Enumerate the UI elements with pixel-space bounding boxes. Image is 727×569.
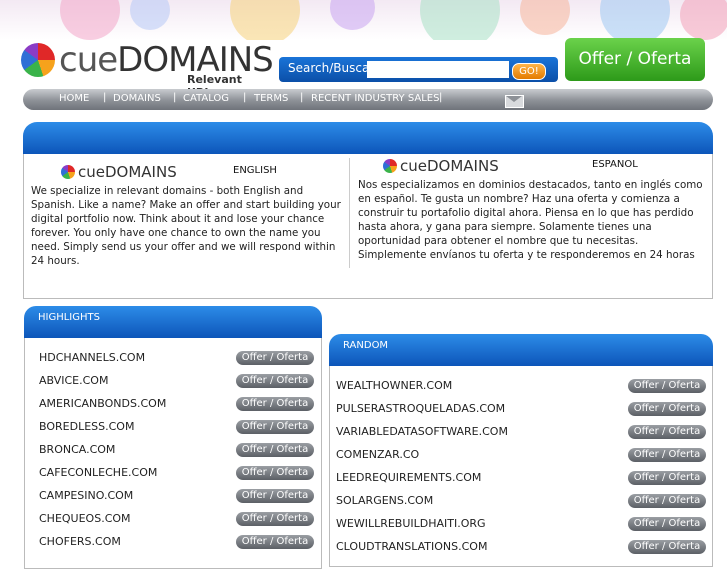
intro-header-bar bbox=[23, 122, 713, 154]
list-item: VARIABLEDATASOFTWARE.COM Offer / Oferta bbox=[330, 422, 712, 444]
domain-link[interactable]: PULSERASTROQUELADAS.COM bbox=[336, 402, 505, 415]
site-logo[interactable]: cueDOMAINS Relevant URLs bbox=[21, 40, 274, 99]
list-item: ABVICE.COM Offer / Oferta bbox=[25, 371, 321, 393]
logo-circle-icon bbox=[383, 159, 397, 173]
offer-button[interactable]: Offer / Oferta bbox=[236, 489, 314, 503]
offer-button[interactable]: Offer / Oferta bbox=[628, 425, 706, 439]
list-item: COMENZAR.CO Offer / Oferta bbox=[330, 445, 712, 467]
nav-home[interactable]: HOME bbox=[59, 93, 89, 104]
offer-button[interactable]: Offer / Oferta bbox=[628, 540, 706, 554]
nav-catalog[interactable]: CATALOG bbox=[183, 93, 229, 104]
offer-button[interactable]: Offer / Oferta bbox=[236, 351, 314, 365]
nav-separator: | bbox=[173, 92, 177, 103]
nav-separator: | bbox=[300, 92, 304, 103]
offer-button[interactable]: Offer / Oferta bbox=[628, 379, 706, 393]
header-background bbox=[0, 0, 727, 40]
search-bar: Search/Buscar GO! bbox=[279, 57, 558, 82]
domain-link[interactable]: WEALTHOWNER.COM bbox=[336, 379, 452, 392]
random-panel: RANDOM WEALTHOWNER.COM Offer / Oferta PUL… bbox=[329, 334, 713, 567]
main-nav: HOME | DOMAINS | CATALOG | TERMS | RECEN… bbox=[23, 89, 713, 110]
highlights-header: HIGHLIGHTS bbox=[24, 306, 322, 338]
random-title: RANDOM bbox=[343, 340, 389, 351]
english-logo: cueDOMAINS bbox=[61, 162, 181, 182]
offer-button[interactable]: Offer / Oferta bbox=[628, 517, 706, 531]
nav-terms[interactable]: TERMS bbox=[254, 93, 288, 104]
intro-divider bbox=[349, 158, 350, 268]
random-header: RANDOM bbox=[329, 334, 713, 366]
highlights-title: HIGHLIGHTS bbox=[38, 312, 100, 323]
english-label: ENGLISH bbox=[233, 165, 277, 176]
logo-domains: DOMAINS bbox=[426, 157, 499, 175]
offer-button[interactable]: Offer / Oferta bbox=[236, 466, 314, 480]
list-item: PULSERASTROQUELADAS.COM Offer / Oferta bbox=[330, 399, 712, 421]
logo-circle-icon bbox=[21, 43, 55, 77]
search-go-button[interactable]: GO! bbox=[512, 63, 546, 80]
offer-button[interactable]: Offer / Oferta bbox=[628, 471, 706, 485]
domain-link[interactable]: AMERICANBONDS.COM bbox=[39, 397, 166, 410]
domain-link[interactable]: CAMPESINO.COM bbox=[39, 489, 133, 502]
offer-button[interactable]: Offer / Oferta bbox=[236, 397, 314, 411]
list-item: CAMPESINO.COM Offer / Oferta bbox=[25, 486, 321, 508]
domain-link[interactable]: CLOUDTRANSLATIONS.COM bbox=[336, 540, 487, 553]
list-item: BOREDLESS.COM Offer / Oferta bbox=[25, 417, 321, 439]
offer-button[interactable]: Offer / Oferta bbox=[628, 494, 706, 508]
highlights-body: HDCHANNELS.COM Offer / Oferta ABVICE.COM O… bbox=[24, 338, 322, 569]
nav-separator: | bbox=[103, 92, 107, 103]
logo-cue: cue bbox=[78, 163, 105, 181]
offer-button[interactable]: Offer / Oferta bbox=[236, 512, 314, 526]
domain-link[interactable]: CHOFERS.COM bbox=[39, 535, 121, 548]
list-item: HDCHANNELS.COM Offer / Oferta bbox=[25, 348, 321, 370]
spanish-label: ESPANOL bbox=[592, 159, 638, 170]
list-item: SOLARGENS.COM Offer / Oferta bbox=[330, 491, 712, 513]
domain-link[interactable]: BOREDLESS.COM bbox=[39, 420, 134, 433]
list-item: BRONCA.COM Offer / Oferta bbox=[25, 440, 321, 462]
english-text: We specialize in relevant domains - both… bbox=[31, 185, 341, 267]
offer-button[interactable]: Offer / Oferta bbox=[236, 443, 314, 457]
domain-link[interactable]: VARIABLEDATASOFTWARE.COM bbox=[336, 425, 508, 438]
list-item: CAFECONLECHE.COM Offer / Oferta bbox=[25, 463, 321, 485]
domain-link[interactable]: WEWILLREBUILDHAITI.ORG bbox=[336, 517, 486, 530]
list-item: LEEDREQUIREMENTS.COM Offer / Oferta bbox=[330, 468, 712, 490]
intro-panel: cueDOMAINS ENGLISH We specialize in rele… bbox=[23, 122, 713, 300]
offer-button[interactable]: Offer / Oferta bbox=[236, 420, 314, 434]
search-label: Search/Buscar bbox=[288, 61, 375, 75]
spanish-logo: cueDOMAINS bbox=[383, 156, 503, 176]
domain-link[interactable]: BRONCA.COM bbox=[39, 443, 115, 456]
domain-link[interactable]: HDCHANNELS.COM bbox=[39, 351, 145, 364]
domain-link[interactable]: SOLARGENS.COM bbox=[336, 494, 433, 507]
offer-button[interactable]: Offer / Oferta bbox=[628, 402, 706, 416]
domain-link[interactable]: CAFECONLECHE.COM bbox=[39, 466, 157, 479]
list-item: CLOUDTRANSLATIONS.COM Offer / Oferta bbox=[330, 537, 712, 559]
nav-recent-sales[interactable]: RECENT INDUSTRY SALES bbox=[311, 93, 439, 104]
envelope-icon[interactable] bbox=[505, 95, 524, 108]
logo-circle-icon bbox=[61, 165, 75, 179]
logo-domains: DOMAINS bbox=[104, 163, 177, 181]
offer-button[interactable]: Offer / Oferta bbox=[565, 38, 705, 81]
offer-button[interactable]: Offer / Oferta bbox=[236, 535, 314, 549]
spanish-text: Nos especializamos en dominios destacado… bbox=[358, 179, 703, 261]
domain-link[interactable]: LEEDREQUIREMENTS.COM bbox=[336, 471, 481, 484]
list-item: WEWILLREBUILDHAITI.ORG Offer / Oferta bbox=[330, 514, 712, 536]
offer-button[interactable]: Offer / Oferta bbox=[236, 374, 314, 388]
domain-link[interactable]: ABVICE.COM bbox=[39, 374, 108, 387]
nav-separator: | bbox=[243, 92, 247, 103]
logo-cue: cue bbox=[400, 157, 427, 175]
nav-domains[interactable]: DOMAINS bbox=[113, 93, 161, 104]
domain-link[interactable]: CHEQUEOS.COM bbox=[39, 512, 131, 525]
list-item: AMERICANBONDS.COM Offer / Oferta bbox=[25, 394, 321, 416]
list-item: CHOFERS.COM Offer / Oferta bbox=[25, 532, 321, 554]
highlights-panel: HIGHLIGHTS HDCHANNELS.COM Offer / Oferta … bbox=[24, 306, 322, 569]
random-body: WEALTHOWNER.COM Offer / Oferta PULSERASTR… bbox=[329, 366, 713, 567]
nav-separator: | bbox=[439, 92, 443, 103]
list-item: CHEQUEOS.COM Offer / Oferta bbox=[25, 509, 321, 531]
domain-link[interactable]: COMENZAR.CO bbox=[336, 448, 419, 461]
list-item: WEALTHOWNER.COM Offer / Oferta bbox=[330, 376, 712, 398]
search-input[interactable] bbox=[367, 61, 509, 78]
offer-button[interactable]: Offer / Oferta bbox=[628, 448, 706, 462]
